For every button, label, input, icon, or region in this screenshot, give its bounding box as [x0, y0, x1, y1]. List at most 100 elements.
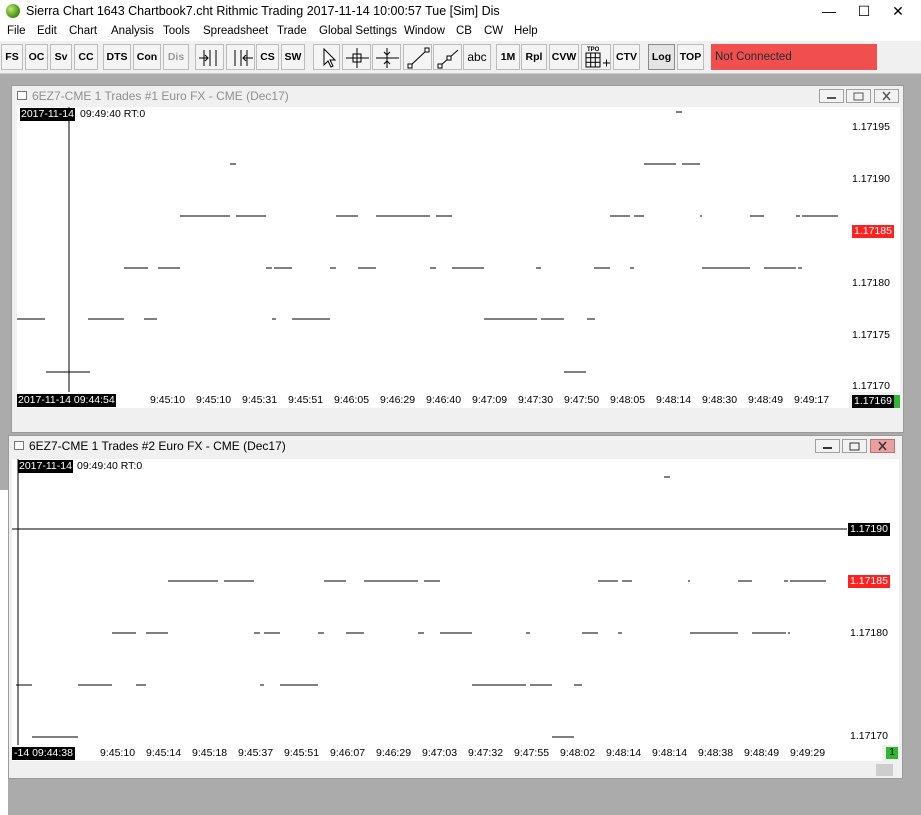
chart-window-2[interactable]: 6EZ7-CME 1 Trades #2 Euro FX - CME (Dec1…	[8, 435, 903, 779]
chart-2-price-axis[interactable]: 1.17190 1.17185 1.17180 1.17170	[847, 459, 899, 745]
chart-1-plot-area[interactable]	[17, 107, 849, 392]
price-label: 1.17195	[852, 121, 890, 133]
log-button[interactable]: Log	[648, 44, 675, 70]
menu-help[interactable]: Help	[514, 25, 538, 37]
pointer-button[interactable]	[313, 44, 340, 70]
time-label: 9:48:30	[702, 394, 738, 406]
rpl-button[interactable]: Rpl	[521, 44, 547, 70]
top-button[interactable]: TOP	[677, 44, 704, 70]
time-label: 9:48:05	[610, 394, 646, 406]
bar-right-button[interactable]	[226, 44, 255, 70]
tpo-grid-icon: TPO	[585, 47, 610, 68]
chart-2-minimize-button[interactable]	[815, 439, 840, 453]
price-label: 1.17175	[852, 329, 890, 341]
chart-2-plot-area[interactable]	[12, 459, 847, 745]
chart-1-time-tag: 09:49:40 RT:0	[80, 108, 146, 120]
menu-cb[interactable]: CB	[456, 25, 472, 37]
con-button[interactable]: Con	[133, 44, 161, 70]
cursor-line-button[interactable]	[372, 44, 401, 70]
menu-trade[interactable]: Trade	[277, 25, 307, 37]
chart-2-time-axis[interactable]: -14 09:44:38 9:45:10 9:45:14 9:45:18 9:4…	[12, 745, 898, 761]
menu-file[interactable]: File	[7, 25, 26, 37]
menu-analysis[interactable]: Analysis	[111, 25, 154, 37]
chart-2-title-bar[interactable]: 6EZ7-CME 1 Trades #2 Euro FX - CME (Dec1…	[9, 436, 902, 456]
bar-right-icon	[234, 50, 253, 66]
chart-2-price-bars	[12, 459, 847, 745]
minimize-icon	[823, 447, 832, 449]
draw-ray-button[interactable]	[433, 44, 462, 70]
time-label: 9:46:07	[330, 747, 366, 759]
cs-button[interactable]: CS	[256, 44, 279, 70]
chart-2-close-button[interactable]	[870, 439, 895, 453]
price-label: 1.17170	[852, 380, 890, 392]
close-icon	[878, 441, 887, 451]
connection-status: Not Connected	[711, 44, 877, 70]
chart-2-cursor-time: -14 09:44:38	[12, 747, 75, 760]
crosshair-button[interactable]	[342, 44, 371, 70]
chart-1-title-bar[interactable]: 6EZ7-CME 1 Trades #1 Euro FX - CME (Dec1…	[12, 86, 903, 106]
ctv-button[interactable]: CTV	[613, 44, 640, 70]
crosshair-icon	[346, 48, 369, 68]
menu-edit[interactable]: Edit	[37, 25, 57, 37]
time-label: 9:45:18	[192, 747, 228, 759]
left-edge-panel	[0, 490, 8, 815]
cc-button[interactable]: CC	[74, 44, 98, 70]
sw-button[interactable]: SW	[281, 44, 305, 70]
time-label: 9:45:37	[238, 747, 274, 759]
chart-1-price-axis[interactable]: 1.17195 1.17190 1.17185 1.17180 1.17175 …	[849, 107, 900, 392]
price-label: 1.17180	[852, 277, 890, 289]
chart-2-restore-button[interactable]	[842, 439, 867, 453]
menu-cw[interactable]: CW	[484, 25, 503, 37]
time-label: 9:45:14	[146, 747, 182, 759]
restore-icon	[849, 442, 860, 451]
text-tool-button[interactable]: abc	[463, 44, 491, 70]
chart-window-1[interactable]: 6EZ7-CME 1 Trades #1 Euro FX - CME (Dec1…	[11, 85, 904, 433]
time-label: 9:47:55	[514, 747, 550, 759]
chart-1-horizontal-scrollbar[interactable]	[17, 409, 900, 427]
scrollbar-thumb[interactable]	[876, 764, 893, 776]
fs-button[interactable]: FS	[1, 44, 23, 70]
price-label: 1.17190	[852, 173, 890, 185]
menu-spreadsheet[interactable]: Spreadsheet	[203, 25, 268, 37]
time-label: 9:48:14	[606, 747, 642, 759]
chart-1-cursor-time: 2017-11-14 09:44:54	[17, 394, 116, 407]
draw-line-button[interactable]	[403, 44, 432, 70]
dis-button[interactable]: Dis	[163, 44, 189, 70]
title-bar: Sierra Chart 1643 Chartbook7.cht Rithmic…	[0, 0, 921, 24]
cvw-button[interactable]: CVW	[549, 44, 579, 70]
close-button[interactable]: ✕	[875, 0, 921, 23]
chart-2-horizontal-scrollbar[interactable]	[12, 762, 898, 778]
menu-tools[interactable]: Tools	[163, 25, 190, 37]
bottom-workspace	[8, 779, 903, 815]
menu-chart[interactable]: Chart	[69, 25, 97, 37]
time-label: 9:47:32	[468, 747, 504, 759]
chart-1-time-axis[interactable]: 2017-11-14 09:44:54 9:45:10 9:45:10 9:45…	[17, 392, 849, 408]
chart-2-title: 6EZ7-CME 1 Trades #2 Euro FX - CME (Dec1…	[29, 439, 286, 453]
time-label: 9:47:30	[518, 394, 554, 406]
chart-1-minimize-button[interactable]	[819, 89, 844, 103]
chart-1-close-button[interactable]	[874, 89, 899, 103]
bar-left-button[interactable]	[195, 44, 224, 70]
oc-button[interactable]: OC	[25, 44, 48, 70]
1m-button[interactable]: 1M	[496, 44, 520, 70]
bar-left-icon	[199, 50, 217, 66]
time-label: 9:48:14	[656, 394, 692, 406]
menu-global-settings[interactable]: Global Settings	[319, 25, 397, 37]
time-label: 9:48:49	[748, 394, 784, 406]
cursor-price-label: 1.17190	[848, 523, 890, 536]
sv-button[interactable]: Sv	[50, 44, 72, 70]
time-label: 9:49:17	[794, 394, 830, 406]
tpo-button[interactable]: TPO	[581, 44, 611, 70]
time-label: 9:46:40	[426, 394, 462, 406]
chart-1-bar-indicator	[894, 395, 900, 408]
pointer-arrow-icon	[323, 47, 337, 68]
time-label: 9:47:09	[472, 394, 508, 406]
price-label: 1.17170	[850, 730, 888, 742]
menu-bar: File Edit Chart Analysis Tools Spreadshe…	[0, 23, 921, 41]
dts-button[interactable]: DTS	[103, 44, 131, 70]
chart-1-date-tag: 2017-11-14	[20, 108, 75, 121]
time-label: 9:48:49	[744, 747, 780, 759]
chart-1-restore-button[interactable]	[846, 89, 871, 103]
menu-window[interactable]: Window	[404, 25, 445, 37]
time-label: 9:45:51	[284, 747, 320, 759]
